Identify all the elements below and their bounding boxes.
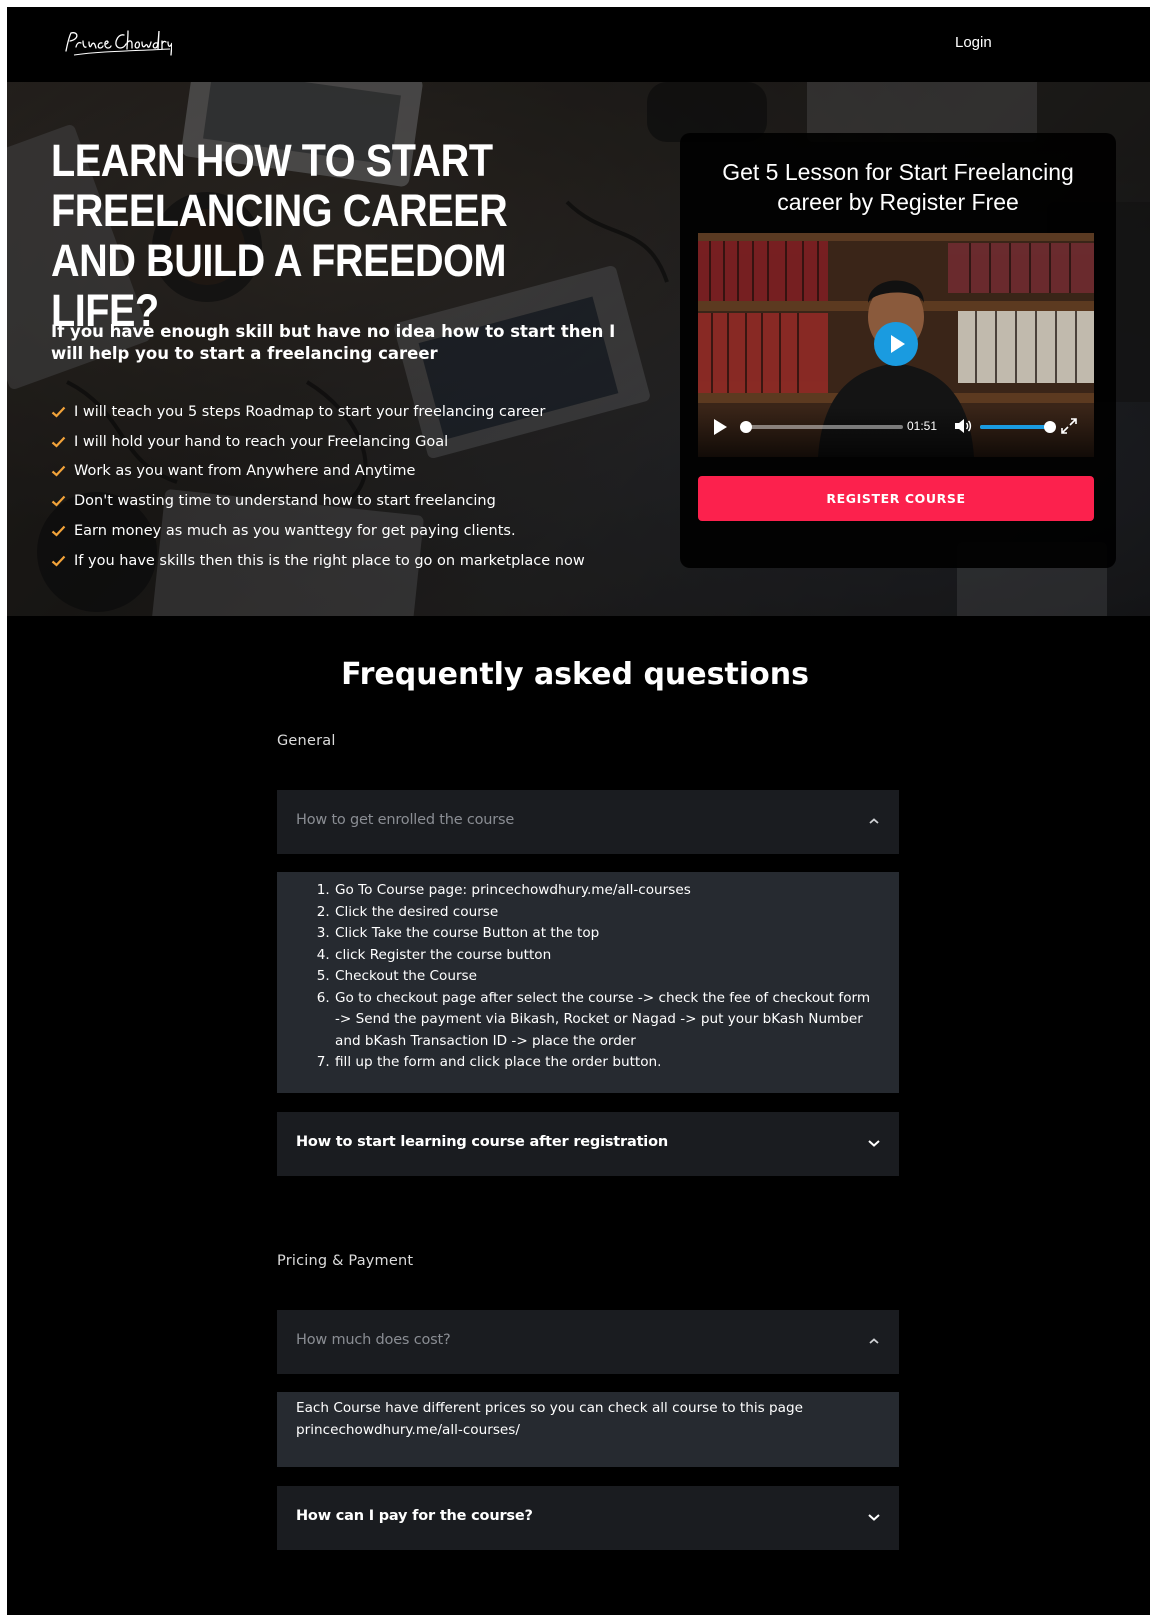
- chevron-up-icon[interactable]: [867, 816, 881, 826]
- enroll-steps-list: Go To Course page: princechowdhury.me/al…: [334, 880, 874, 1074]
- register-course-button[interactable]: REGISTER COURSE: [698, 476, 1094, 521]
- play-video-button[interactable]: [874, 322, 918, 366]
- benefit-text: I will hold your hand to reach your Free…: [74, 433, 449, 450]
- check-icon: [51, 525, 66, 537]
- benefit-text: I will teach you 5 steps Roadmap to star…: [74, 403, 546, 420]
- faq-answer-cost: Each Course have different prices so you…: [277, 1392, 899, 1467]
- faq-question-text: How much does cost?: [296, 1332, 451, 1348]
- faq-question-payment[interactable]: How can I pay for the course?: [277, 1486, 899, 1550]
- benefit-item: Don't wasting time to understand how to …: [51, 486, 585, 516]
- play-icon[interactable]: [714, 419, 727, 435]
- faq-section-title: General: [277, 733, 336, 749]
- enroll-step: Click the desired course: [334, 902, 874, 924]
- check-icon: [51, 555, 66, 567]
- volume-icon[interactable]: [954, 418, 972, 434]
- page: Login Learn how to start freelancing car…: [7, 7, 1150, 1615]
- register-card: Get 5 Lesson for Start Freelancing caree…: [680, 133, 1116, 568]
- benefit-text: Earn money as much as you wanttegy for g…: [74, 523, 516, 540]
- enroll-step: click Register the course button: [334, 945, 874, 967]
- enroll-step: Go To Course page: princechowdhury.me/al…: [334, 880, 874, 902]
- hero-title: Learn how to start freelancing career an…: [51, 135, 508, 336]
- site-logo[interactable]: [62, 27, 172, 59]
- chevron-up-icon[interactable]: [867, 1336, 881, 1346]
- chevron-down-icon[interactable]: [867, 1138, 881, 1148]
- check-icon: [51, 406, 66, 418]
- faq-question-text: How to start learning course after regis…: [296, 1134, 668, 1150]
- video-progress-bar[interactable]: [740, 421, 903, 433]
- hero-section: Learn how to start freelancing career an…: [7, 82, 1150, 616]
- benefit-item: Work as you want from Anywhere and Anyti…: [51, 457, 585, 487]
- check-icon: [51, 496, 66, 507]
- faq-answer-text: Each Course have different prices so you…: [296, 1400, 803, 1438]
- faq-question-text: How to get enrolled the course: [296, 812, 515, 828]
- faq-answer-enrolled: Go To Course page: princechowdhury.me/al…: [277, 872, 899, 1093]
- volume-level: [980, 425, 1050, 429]
- check-icon: [51, 466, 66, 478]
- benefit-list: I will teach you 5 steps Roadmap to star…: [51, 397, 585, 576]
- faq-title: Frequently asked questions: [341, 657, 809, 692]
- enroll-step: Go to checkout page after select the cou…: [334, 988, 874, 1053]
- volume-slider[interactable]: [980, 421, 1056, 433]
- benefit-item: I will teach you 5 steps Roadmap to star…: [51, 397, 585, 427]
- hero-subtitle: If you have enough skill but have no ide…: [51, 322, 616, 363]
- video-time: 01:51: [907, 419, 938, 433]
- benefit-item: Earn money as much as you wanttegy for g…: [51, 516, 585, 546]
- benefit-item: If you have skills then this is the righ…: [51, 546, 585, 576]
- faq-question-text: How can I pay for the course?: [296, 1508, 533, 1524]
- check-icon: [51, 436, 66, 448]
- fullscreen-icon[interactable]: [1060, 417, 1078, 435]
- benefit-item: I will hold your hand to reach your Free…: [51, 427, 585, 457]
- site-header: Login: [7, 7, 1150, 82]
- chevron-down-icon[interactable]: [867, 1512, 881, 1522]
- login-link[interactable]: Login: [955, 34, 992, 51]
- faq-section-title: Pricing & Payment: [277, 1253, 414, 1269]
- benefit-text: If you have skills then this is the righ…: [74, 552, 585, 569]
- benefit-text: Work as you want from Anywhere and Anyti…: [74, 463, 416, 480]
- enroll-step: Checkout the Course: [334, 966, 874, 988]
- faq-question-start-learning[interactable]: How to start learning course after regis…: [277, 1112, 899, 1176]
- video-player[interactable]: 01:51: [698, 233, 1094, 457]
- benefit-text: Don't wasting time to understand how to …: [74, 493, 496, 510]
- faq-question-enrolled[interactable]: How to get enrolled the course: [277, 790, 899, 854]
- faq-question-cost[interactable]: How much does cost?: [277, 1310, 899, 1374]
- volume-handle[interactable]: [1044, 421, 1056, 433]
- video-controls: 01:51: [698, 407, 1094, 457]
- progress-handle[interactable]: [740, 421, 752, 433]
- enroll-step: Click Take the course Button at the top: [334, 923, 874, 945]
- register-card-title: Get 5 Lesson for Start Freelancing caree…: [722, 159, 1074, 215]
- enroll-step: fill up the form and click place the ord…: [334, 1052, 874, 1074]
